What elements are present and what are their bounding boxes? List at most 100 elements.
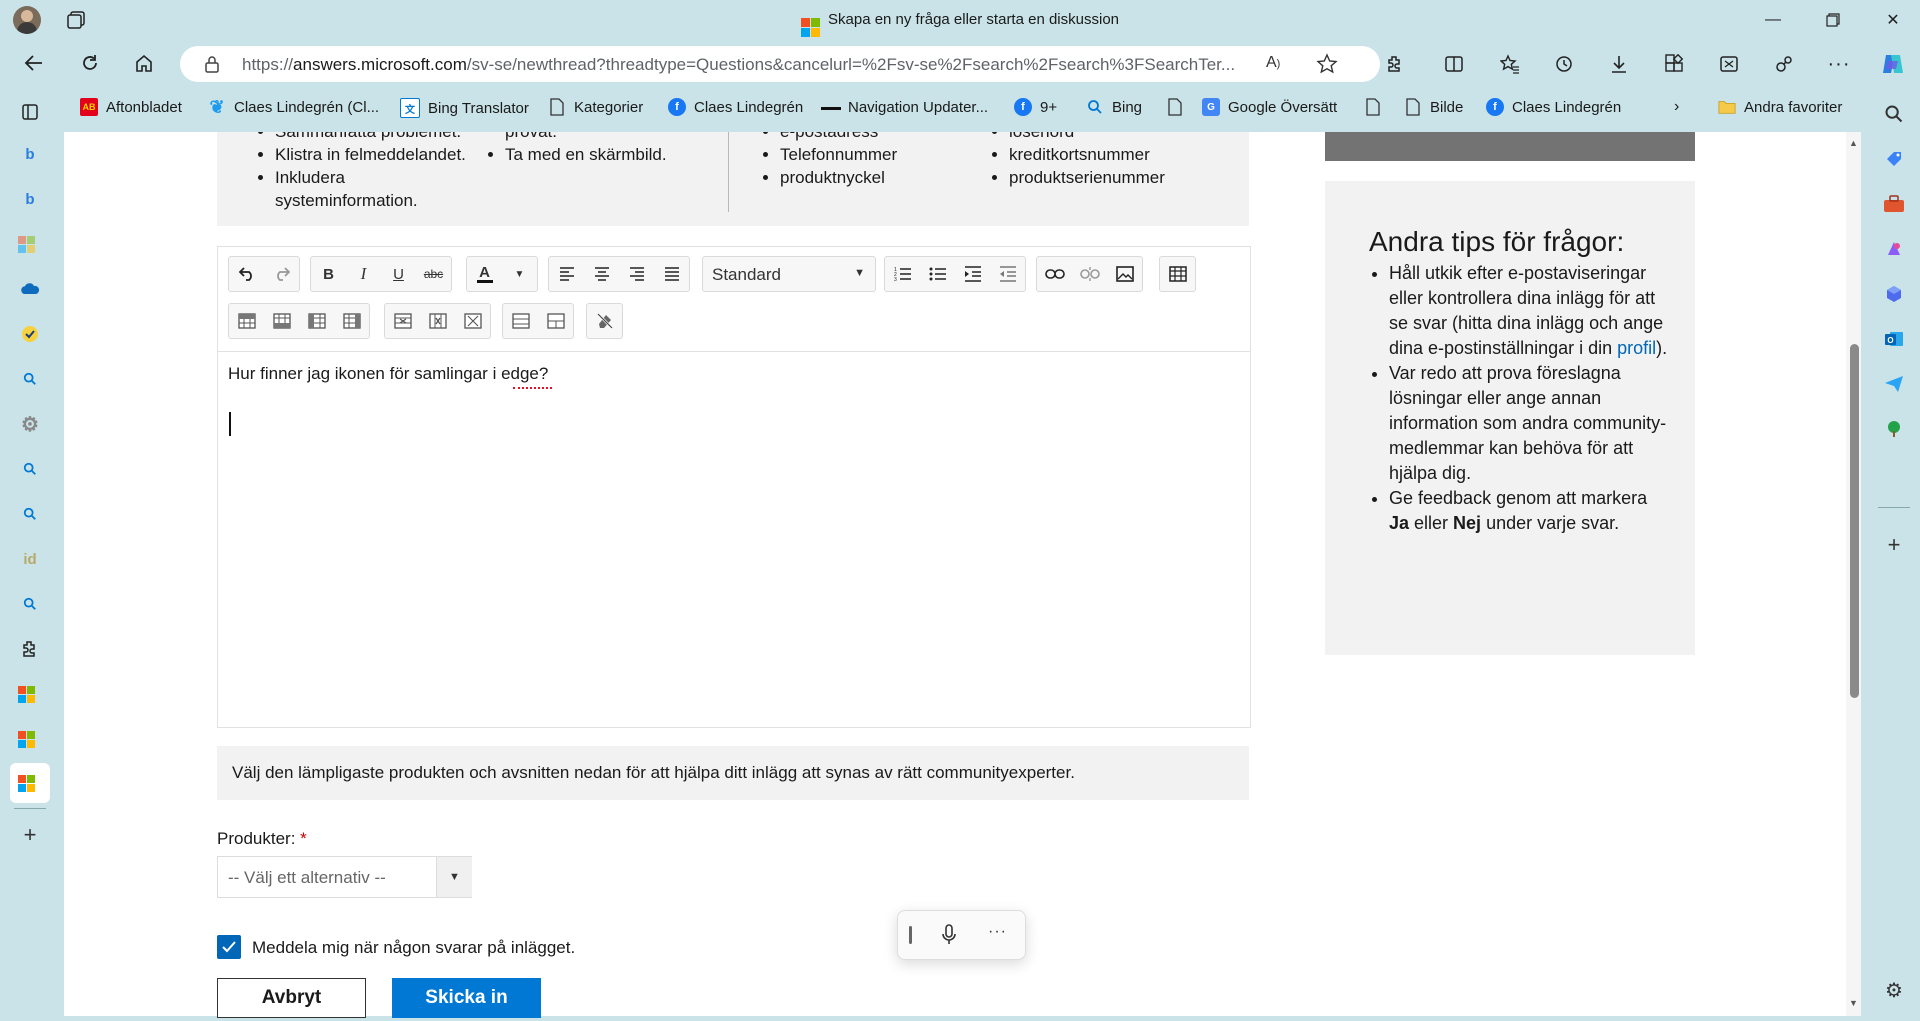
add-sidebar-icon[interactable]: + (1882, 532, 1906, 557)
favorite-claes-twitter[interactable]: ❦ Claes Lindegrén (Cl... (208, 97, 379, 117)
history-icon[interactable] (1546, 46, 1582, 82)
scrollbar-thumb[interactable] (1850, 344, 1859, 698)
minimize-button[interactable]: — (1750, 6, 1796, 34)
favorite-aftonbladet[interactable]: AB Aftonbladet (80, 98, 182, 116)
todo-tab-icon[interactable] (18, 322, 42, 346)
dictation-more-icon[interactable]: ··· (988, 923, 1007, 941)
search-tab-icon-3[interactable] (18, 502, 42, 526)
favorite-facebook-notifications[interactable]: f 9+ (1014, 98, 1057, 116)
favorites-icon[interactable] (1492, 46, 1528, 82)
bullet-list-icon[interactable] (920, 257, 955, 291)
underline-icon[interactable]: U (381, 257, 416, 291)
apps-icon[interactable] (1656, 46, 1692, 82)
restore-button[interactable] (1810, 6, 1856, 34)
microsoft-365-sidebar-icon[interactable] (1882, 282, 1906, 306)
onedrive-tab-icon[interactable] (18, 277, 42, 301)
bing-tab-icon-2[interactable]: b (18, 187, 42, 211)
microsoft-tab-icon-2[interactable] (17, 682, 42, 706)
tab-actions-icon[interactable] (18, 100, 42, 124)
favorite-navigation-updater[interactable]: ▬▬ Navigation Updater... (821, 98, 988, 116)
active-tab-highlight[interactable] (10, 763, 50, 803)
notify-checkbox[interactable] (217, 935, 241, 959)
games-sidebar-icon[interactable] (1882, 237, 1906, 261)
settings-tab-icon[interactable]: ⚙ (18, 412, 42, 436)
scroll-down-arrow-icon[interactable]: ▼ (1849, 998, 1858, 1008)
url-text[interactable]: https://answers.microsoft.com/sv-se/newt… (242, 55, 1235, 75)
products-select[interactable]: -- Välj ett alternativ -- ▼ (217, 856, 472, 898)
scroll-up-arrow-icon[interactable]: ▲ (1849, 138, 1858, 148)
sidebar-settings-icon[interactable]: ⚙ (1882, 978, 1906, 1002)
shopping-sidebar-icon[interactable] (1882, 147, 1906, 171)
favorites-overflow-chevron-icon[interactable]: › (1674, 98, 1679, 116)
merge-cells-icon[interactable] (503, 304, 538, 338)
address-bar[interactable]: https://answers.microsoft.com/sv-se/newt… (180, 46, 1380, 82)
profile-link[interactable]: profil (1617, 338, 1656, 358)
lock-icon[interactable] (204, 55, 220, 73)
read-aloud-icon[interactable]: A) (1266, 54, 1280, 72)
downloads-icon[interactable] (1601, 46, 1637, 82)
paragraph-format-select[interactable]: Standard ▼ (702, 256, 876, 292)
font-color-icon[interactable]: A (467, 257, 502, 291)
split-cells-icon[interactable] (538, 304, 573, 338)
numbered-list-icon[interactable]: 123 (885, 257, 920, 291)
favorite-blank-page[interactable] (1166, 98, 1184, 116)
tree-sidebar-icon[interactable] (1882, 417, 1906, 441)
home-button[interactable] (126, 45, 162, 81)
redo-icon[interactable] (264, 257, 299, 291)
microsoft-tab-icon-3[interactable] (17, 727, 42, 751)
indent-icon[interactable] (955, 257, 990, 291)
remove-formatting-icon[interactable] (587, 304, 622, 338)
bing-tab-icon[interactable]: b (18, 142, 42, 166)
microsoft-tab-icon[interactable] (17, 232, 42, 256)
id-tab-icon[interactable]: id (18, 547, 42, 571)
insert-table-icon[interactable] (1160, 257, 1195, 291)
insert-row-above-icon[interactable] (229, 304, 264, 338)
copilot-icon[interactable] (1875, 46, 1911, 82)
insert-column-left-icon[interactable] (299, 304, 334, 338)
font-color-dropdown-icon[interactable]: ▼ (502, 257, 537, 291)
more-menu-icon[interactable]: ··· (1821, 46, 1857, 82)
other-favorites-folder[interactable]: Andra favoriter (1718, 98, 1842, 116)
outdent-icon[interactable] (990, 257, 1025, 291)
bold-icon[interactable]: B (311, 257, 346, 291)
delete-table-icon[interactable] (455, 304, 490, 338)
delete-row-icon[interactable] (385, 304, 420, 338)
strikethrough-icon[interactable]: abc (416, 257, 451, 291)
drag-handle-icon[interactable] (909, 926, 912, 944)
remove-link-icon[interactable] (1072, 257, 1107, 291)
extensions-tab-icon[interactable] (18, 637, 42, 661)
favorite-blank-page-2[interactable] (1364, 98, 1382, 116)
align-center-icon[interactable] (584, 257, 619, 291)
search-tab-icon-2[interactable] (18, 457, 42, 481)
new-tab-icon[interactable]: + (18, 822, 42, 847)
favorite-claes-facebook-2[interactable]: f Claes Lindegrén (1486, 98, 1621, 116)
tools-sidebar-icon[interactable] (1882, 192, 1906, 216)
products-select-chevron-icon[interactable]: ▼ (436, 857, 472, 897)
microphone-icon[interactable] (941, 924, 957, 946)
insert-row-below-icon[interactable] (264, 304, 299, 338)
insert-link-icon[interactable] (1037, 257, 1072, 291)
insert-column-right-icon[interactable] (334, 304, 369, 338)
page-scrollbar[interactable]: ▲ ▼ (1846, 132, 1861, 1016)
delete-column-icon[interactable] (420, 304, 455, 338)
search-tab-icon[interactable] (18, 367, 42, 391)
split-screen-icon[interactable] (1436, 46, 1472, 82)
favorite-bilde[interactable]: Bilde (1404, 98, 1463, 116)
undo-icon[interactable] (229, 257, 264, 291)
search-tab-icon-4[interactable] (18, 592, 42, 616)
favorite-kategorier[interactable]: Kategorier (548, 98, 643, 116)
editor-content-area[interactable]: Hur finner jag ikonen för samlingar i ed… (218, 352, 1250, 727)
favorite-bing[interactable]: Bing (1086, 98, 1142, 116)
screenshot-icon[interactable] (1711, 46, 1747, 82)
cancel-button[interactable]: Avbryt (217, 978, 366, 1018)
italic-icon[interactable]: I (346, 257, 381, 291)
align-justify-icon[interactable] (654, 257, 689, 291)
favorite-bing-translator[interactable]: 文 Bing Translator (400, 98, 529, 118)
favorite-claes-facebook[interactable]: f Claes Lindegrén (668, 98, 803, 116)
favorite-google-oversatt[interactable]: G Google Översätt (1202, 98, 1337, 116)
insert-image-icon[interactable] (1107, 257, 1142, 291)
align-left-icon[interactable] (549, 257, 584, 291)
performance-icon[interactable] (1766, 46, 1802, 82)
outlook-sidebar-icon[interactable]: O (1882, 327, 1906, 351)
align-right-icon[interactable] (619, 257, 654, 291)
